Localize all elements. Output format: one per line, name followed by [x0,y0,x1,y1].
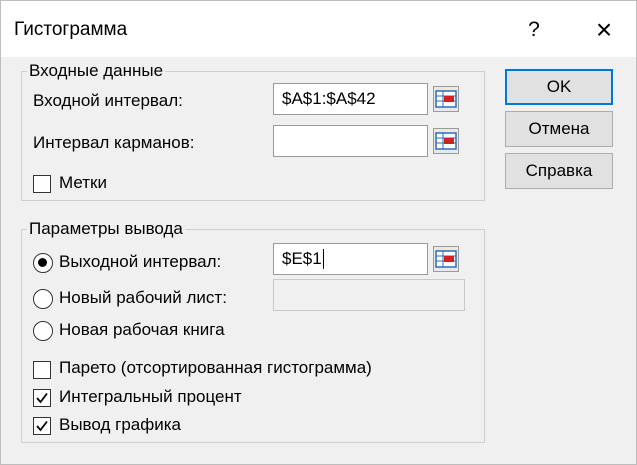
bin-range-field[interactable] [273,125,428,157]
help-title-button[interactable]: ? [519,15,549,45]
bin-range-selector-icon[interactable] [433,128,459,154]
cumulative-percent-label: Интегральный процент [59,387,242,406]
labels-checkbox[interactable] [33,175,51,193]
input-range-label: Входной интервал: [33,91,183,110]
ok-button[interactable]: OK [505,69,613,105]
radio-selected-dot [38,258,47,267]
output-options-group-title: Параметры вывода [27,219,185,239]
input-data-group-title: Входные данные [27,61,166,81]
dialog-title: Гистограмма [14,19,128,40]
chart-output-checkbox[interactable] [33,417,51,435]
close-button[interactable]: × [587,13,621,47]
output-range-field[interactable]: $E$1 [273,243,428,275]
title-bar: Гистограмма ? × [1,1,636,57]
histogram-dialog: Гистограмма ? × Входные данные Входной и… [0,0,637,465]
input-range-field[interactable]: $A$1:$A$42 [273,83,428,115]
chart-output-label: Вывод графика [59,415,181,434]
pareto-checkbox-label: Парето (отсортированная гистограмма) [59,358,372,377]
help-button[interactable]: Справка [505,153,613,189]
checkmark-icon [36,420,48,432]
cancel-button[interactable]: Отмена [505,111,613,147]
new-sheet-field[interactable] [273,279,465,311]
text-caret [323,249,324,269]
new-workbook-radio[interactable] [33,321,53,341]
pareto-checkbox[interactable] [33,361,51,379]
cumulative-percent-checkbox[interactable] [33,389,51,407]
new-workbook-label: Новая рабочая книга [59,320,225,339]
output-range-selector-icon[interactable] [433,246,459,272]
bin-range-label: Интервал карманов: [33,133,195,152]
checkmark-icon [36,392,48,404]
new-sheet-label: Новый рабочий лист: [59,288,227,307]
output-range-radio[interactable] [33,253,53,273]
new-sheet-radio[interactable] [33,289,53,309]
input-range-selector-icon[interactable] [433,86,459,112]
output-range-label: Выходной интервал: [59,252,222,271]
labels-checkbox-label: Метки [59,173,107,192]
